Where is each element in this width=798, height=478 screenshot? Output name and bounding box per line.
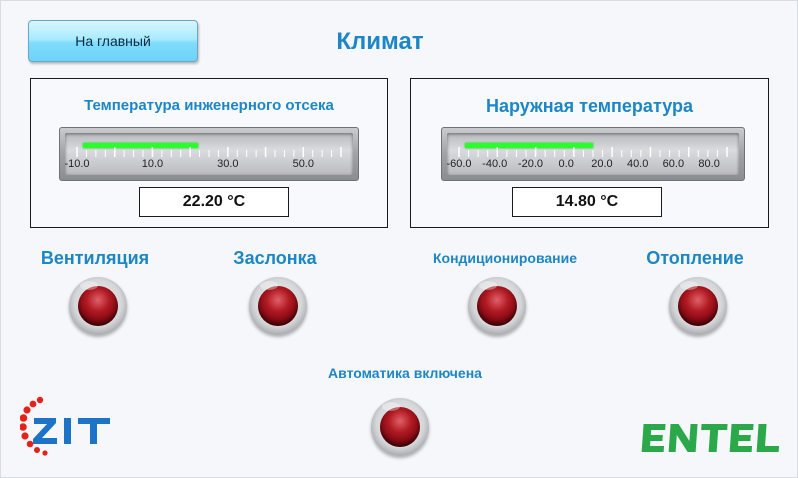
gauge-tick-label: 20.0 xyxy=(591,158,613,170)
temperature-gauge: -60.0 -40.0 -20.0 0.0 20.0 40.0 60.0 80.0 xyxy=(441,127,745,181)
gauge-tick-label: 0.0 xyxy=(558,158,574,170)
gauge-scale: -10.0 10.0 30.0 50.0 xyxy=(64,133,353,175)
gauge-tick-label: 10.0 xyxy=(141,158,164,170)
ventilation-label: Вентиляция xyxy=(40,248,150,268)
lamp-core xyxy=(78,286,118,326)
home-button[interactable]: На главный xyxy=(28,20,198,62)
lamp-gloss xyxy=(80,281,98,290)
lamp-gloss xyxy=(479,281,497,290)
air-conditioning-label: Кондиционирование xyxy=(432,250,578,266)
lamp-core xyxy=(380,407,420,447)
gauge-tick-label: -10.0 xyxy=(64,158,90,170)
automation-label: Автоматика включена xyxy=(328,365,482,381)
outdoor-temp-panel: Наружная температура -60.0 -40.0 -20.0 0.0 2… xyxy=(410,78,769,228)
gauge-tick-label: -60.0 xyxy=(446,158,472,170)
damper-label: Заслонка xyxy=(233,248,317,268)
damper-indicator-lamp[interactable] xyxy=(249,277,307,335)
gauge-scale: -60.0 -40.0 -20.0 0.0 20.0 40.0 60.0 80.0 xyxy=(446,133,739,175)
heating-indicator-lamp[interactable] xyxy=(669,277,727,335)
entel-logo xyxy=(640,418,782,458)
lamp-gloss xyxy=(382,402,400,411)
gauge-tick-label: -40.0 xyxy=(482,158,508,170)
panel-title: Температура инженерного отсека xyxy=(84,97,334,114)
lamp-gloss xyxy=(260,281,278,290)
engine-compartment-temp-panel: Температура инженерного отсека -10.0 10.0… xyxy=(30,78,388,228)
zit-logo xyxy=(19,396,130,460)
gauge-tick-label: 30.0 xyxy=(217,158,239,170)
lamp-gloss xyxy=(680,281,698,290)
gauge-tick-label: 60.0 xyxy=(662,158,685,170)
temperature-value: 14.80 °C xyxy=(512,187,662,217)
gauge-tick-label: 50.0 xyxy=(292,158,314,170)
gauge-tick-label: -20.0 xyxy=(517,158,543,170)
temperature-gauge: -10.0 10.0 30.0 50.0 xyxy=(59,127,359,181)
ventilation-indicator-lamp[interactable] xyxy=(69,277,127,335)
lamp-core xyxy=(678,286,718,326)
lamp-core xyxy=(258,286,298,326)
heating-label: Отопление xyxy=(646,248,744,268)
lamp-core xyxy=(477,286,517,326)
temperature-value: 22.20 °C xyxy=(139,187,289,217)
air-conditioning-indicator-lamp[interactable] xyxy=(468,277,526,335)
automation-indicator-lamp[interactable] xyxy=(371,398,429,456)
page-title: Климат xyxy=(336,28,424,55)
panel-title: Наружная температура xyxy=(486,96,693,116)
gauge-tick-label: 80.0 xyxy=(698,158,720,170)
gauge-tick-label: 40.0 xyxy=(626,158,649,170)
